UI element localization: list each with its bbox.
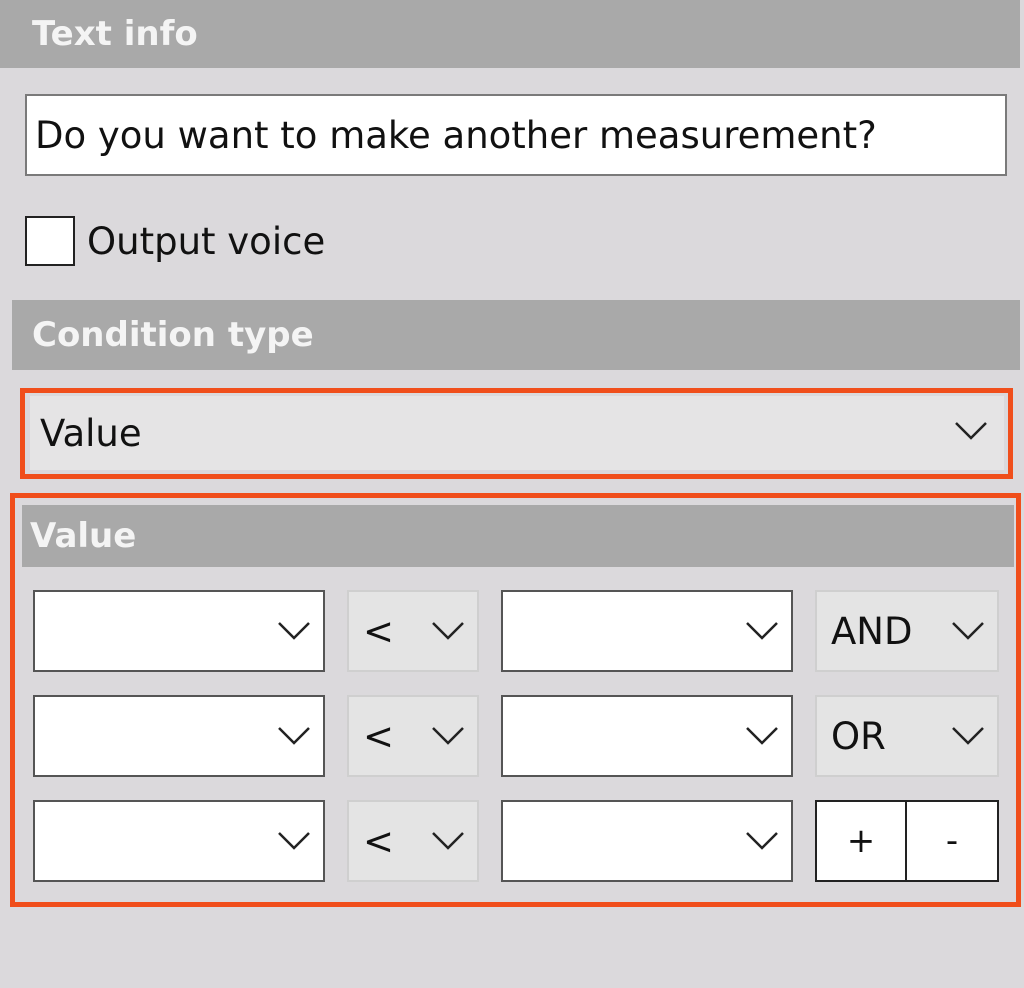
section-title: Condition type xyxy=(32,315,314,355)
section-title: Text info xyxy=(32,14,198,54)
section-header-condition-type: Condition type xyxy=(12,300,1020,370)
text-info-value: Do you want to make another measurement? xyxy=(35,113,877,157)
output-voice-row[interactable]: Output voice xyxy=(25,214,325,268)
section-header-text-info: Text info xyxy=(0,0,1020,68)
output-voice-checkbox[interactable] xyxy=(25,216,75,266)
highlight-condition-type xyxy=(20,388,1013,479)
output-voice-label: Output voice xyxy=(87,219,326,263)
highlight-value-section xyxy=(10,493,1021,907)
text-info-input[interactable]: Do you want to make another measurement? xyxy=(25,94,1007,176)
